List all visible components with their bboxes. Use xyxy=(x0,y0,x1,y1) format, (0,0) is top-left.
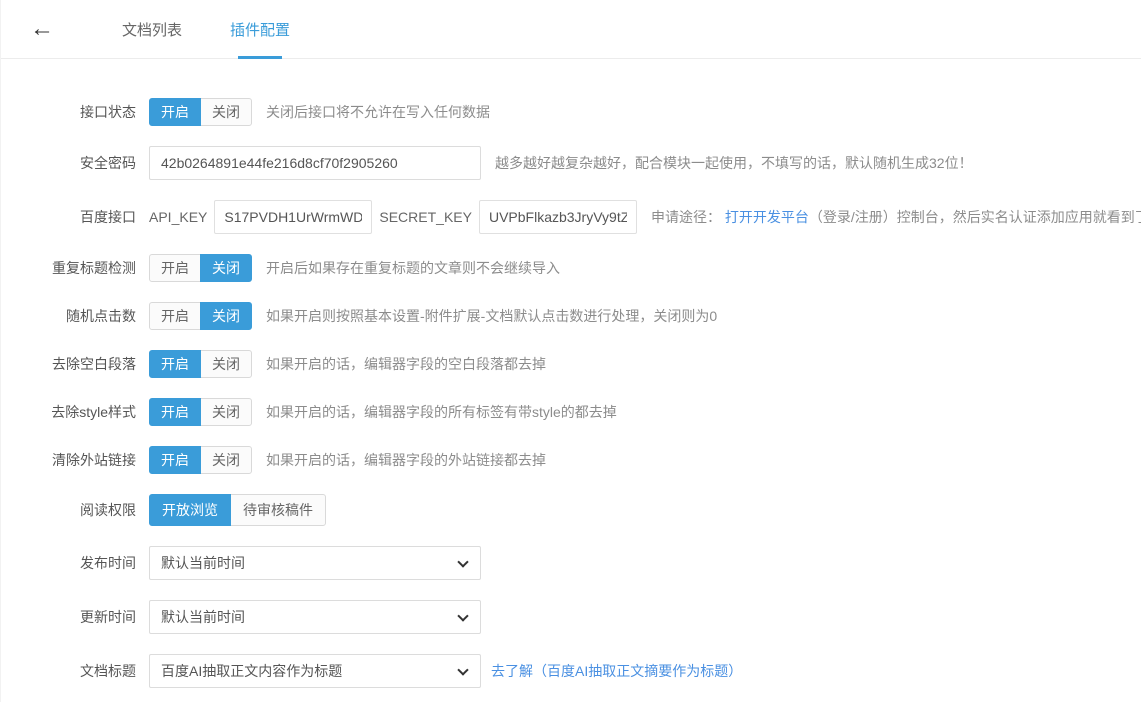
field-label: 发布时间 xyxy=(1,553,136,573)
pending-review-button[interactable]: 待审核稿件 xyxy=(230,494,326,526)
field-label: 百度接口 xyxy=(1,207,136,227)
api-key-input[interactable] xyxy=(214,200,372,234)
row-remove-blank-paragraphs: 去除空白段落 开启 关闭 如果开启的话，编辑器字段的空白段落都去掉 xyxy=(1,350,1141,378)
open-browse-button[interactable]: 开放浏览 xyxy=(149,494,231,526)
toggle-off-button[interactable]: 关闭 xyxy=(200,398,252,426)
clear-links-toggle: 开启 关闭 xyxy=(149,446,252,474)
row-publish-time: 发布时间 默认当前时间 xyxy=(1,546,1141,580)
row-duplicate-title: 重复标题检测 开启 关闭 开启后如果存在重复标题的文章则不会继续导入 xyxy=(1,254,1141,282)
tab-label: 文档列表 xyxy=(122,19,182,40)
toggle-on-button[interactable]: 开启 xyxy=(149,254,201,282)
api-key-label: API_KEY xyxy=(149,209,207,225)
help-text: 越多越好越复杂越好，配合模块一起使用，不填写的话，默认随机生成32位！ xyxy=(495,153,973,173)
toggle-on-button[interactable]: 开启 xyxy=(149,98,201,126)
field-label: 文档标题 xyxy=(1,661,136,681)
toggle-on-button[interactable]: 开启 xyxy=(149,398,201,426)
help-text: 申请途径： 打开开发平台（登录/注册）控制台，然后实名认证添加应用就看到了 xyxy=(651,207,1141,227)
toggle-off-button[interactable]: 关闭 xyxy=(200,302,252,330)
toggle-off-button[interactable]: 关闭 xyxy=(200,254,252,282)
help-text: 如果开启的话，编辑器字段的所有标签有带style的都去掉 xyxy=(266,402,617,422)
tab-bar: 文档列表 插件配置 xyxy=(98,0,314,58)
toggle-off-button[interactable]: 关闭 xyxy=(200,446,252,474)
toggle-on-button[interactable]: 开启 xyxy=(149,302,201,330)
help-text: 如果开启则按照基本设置-附件扩展-文档默认点击数进行处理，关闭则为0 xyxy=(266,306,717,326)
field-label: 随机点击数 xyxy=(1,306,136,326)
field-label: 去除style样式 xyxy=(1,402,136,422)
row-doc-title: 文档标题 百度AI抽取正文内容作为标题 去了解（百度AI抽取正文摘要作为标题） xyxy=(1,654,1141,688)
field-label: 清除外站链接 xyxy=(1,450,136,470)
plugin-config-page: ← 文档列表 插件配置 接口状态 开启 关闭 关闭后接口将不允许在写入任何数据 xyxy=(0,0,1141,702)
chevron-down-icon xyxy=(457,664,468,675)
row-random-clicks: 随机点击数 开启 关闭 如果开启则按照基本设置-附件扩展-文档默认点击数进行处理… xyxy=(1,302,1141,330)
tab-document-list[interactable]: 文档列表 xyxy=(98,0,206,58)
chevron-down-icon xyxy=(457,610,468,621)
chevron-down-icon xyxy=(457,556,468,567)
row-baidu-api: 百度接口 API_KEY SECRET_KEY 申请途径： 打开开发平台（登录/… xyxy=(1,200,1141,234)
help-text: 关闭后接口将不允许在写入任何数据 xyxy=(266,102,490,122)
back-arrow-icon[interactable]: ← xyxy=(26,17,58,41)
doc-title-select[interactable]: 百度AI抽取正文内容作为标题 xyxy=(149,654,481,688)
tab-plugin-config[interactable]: 插件配置 xyxy=(206,0,314,58)
toggle-on-button[interactable]: 开启 xyxy=(149,446,201,474)
help-text: 如果开启的话，编辑器字段的空白段落都去掉 xyxy=(266,354,546,374)
row-update-time: 更新时间 默认当前时间 xyxy=(1,600,1141,634)
help-prefix: 申请途径： xyxy=(651,209,721,225)
config-form: 接口状态 开启 关闭 关闭后接口将不允许在写入任何数据 安全密码 越多越好越复杂… xyxy=(1,59,1141,702)
field-label: 去除空白段落 xyxy=(1,354,136,374)
open-dev-platform-link[interactable]: 打开开发平台 xyxy=(725,209,809,225)
read-permission-toggle: 开放浏览 待审核稿件 xyxy=(149,494,326,526)
secret-key-label: SECRET_KEY xyxy=(379,209,472,225)
tab-label: 插件配置 xyxy=(230,19,290,40)
help-suffix: （登录/注册）控制台，然后实名认证添加应用就看到了 xyxy=(809,209,1141,225)
help-text: 如果开启的话，编辑器字段的外站链接都去掉 xyxy=(266,450,546,470)
field-label: 接口状态 xyxy=(1,102,136,122)
random-clicks-toggle: 开启 关闭 xyxy=(149,302,252,330)
help-text: 开启后如果存在重复标题的文章则不会继续导入 xyxy=(266,258,560,278)
duplicate-title-toggle: 开启 关闭 xyxy=(149,254,252,282)
publish-time-select[interactable]: 默认当前时间 xyxy=(149,546,481,580)
select-value: 默认当前时间 xyxy=(161,607,245,627)
remove-blank-toggle: 开启 关闭 xyxy=(149,350,252,378)
field-label: 安全密码 xyxy=(1,153,136,173)
select-value: 默认当前时间 xyxy=(161,553,245,573)
remove-style-toggle: 开启 关闭 xyxy=(149,398,252,426)
toggle-off-button[interactable]: 关闭 xyxy=(200,98,252,126)
row-remove-style: 去除style样式 开启 关闭 如果开启的话，编辑器字段的所有标签有带style… xyxy=(1,398,1141,426)
learn-more-link[interactable]: 去了解（百度AI抽取正文摘要作为标题） xyxy=(491,661,742,681)
update-time-select[interactable]: 默认当前时间 xyxy=(149,600,481,634)
row-clear-external-links: 清除外站链接 开启 关闭 如果开启的话，编辑器字段的外站链接都去掉 xyxy=(1,446,1141,474)
interface-status-toggle: 开启 关闭 xyxy=(149,98,252,126)
toggle-off-button[interactable]: 关闭 xyxy=(200,350,252,378)
field-label: 重复标题检测 xyxy=(1,258,136,278)
tab-underline xyxy=(238,56,282,59)
select-value: 百度AI抽取正文内容作为标题 xyxy=(161,661,342,681)
row-read-permission: 阅读权限 开放浏览 待审核稿件 xyxy=(1,494,1141,526)
field-label: 阅读权限 xyxy=(1,500,136,520)
secret-key-input[interactable] xyxy=(479,200,637,234)
field-label: 更新时间 xyxy=(1,607,136,627)
row-security-password: 安全密码 越多越好越复杂越好，配合模块一起使用，不填写的话，默认随机生成32位！ xyxy=(1,146,1141,180)
security-password-input[interactable] xyxy=(149,146,481,180)
header: ← 文档列表 插件配置 xyxy=(1,0,1141,59)
row-interface-status: 接口状态 开启 关闭 关闭后接口将不允许在写入任何数据 xyxy=(1,98,1141,126)
toggle-on-button[interactable]: 开启 xyxy=(149,350,201,378)
